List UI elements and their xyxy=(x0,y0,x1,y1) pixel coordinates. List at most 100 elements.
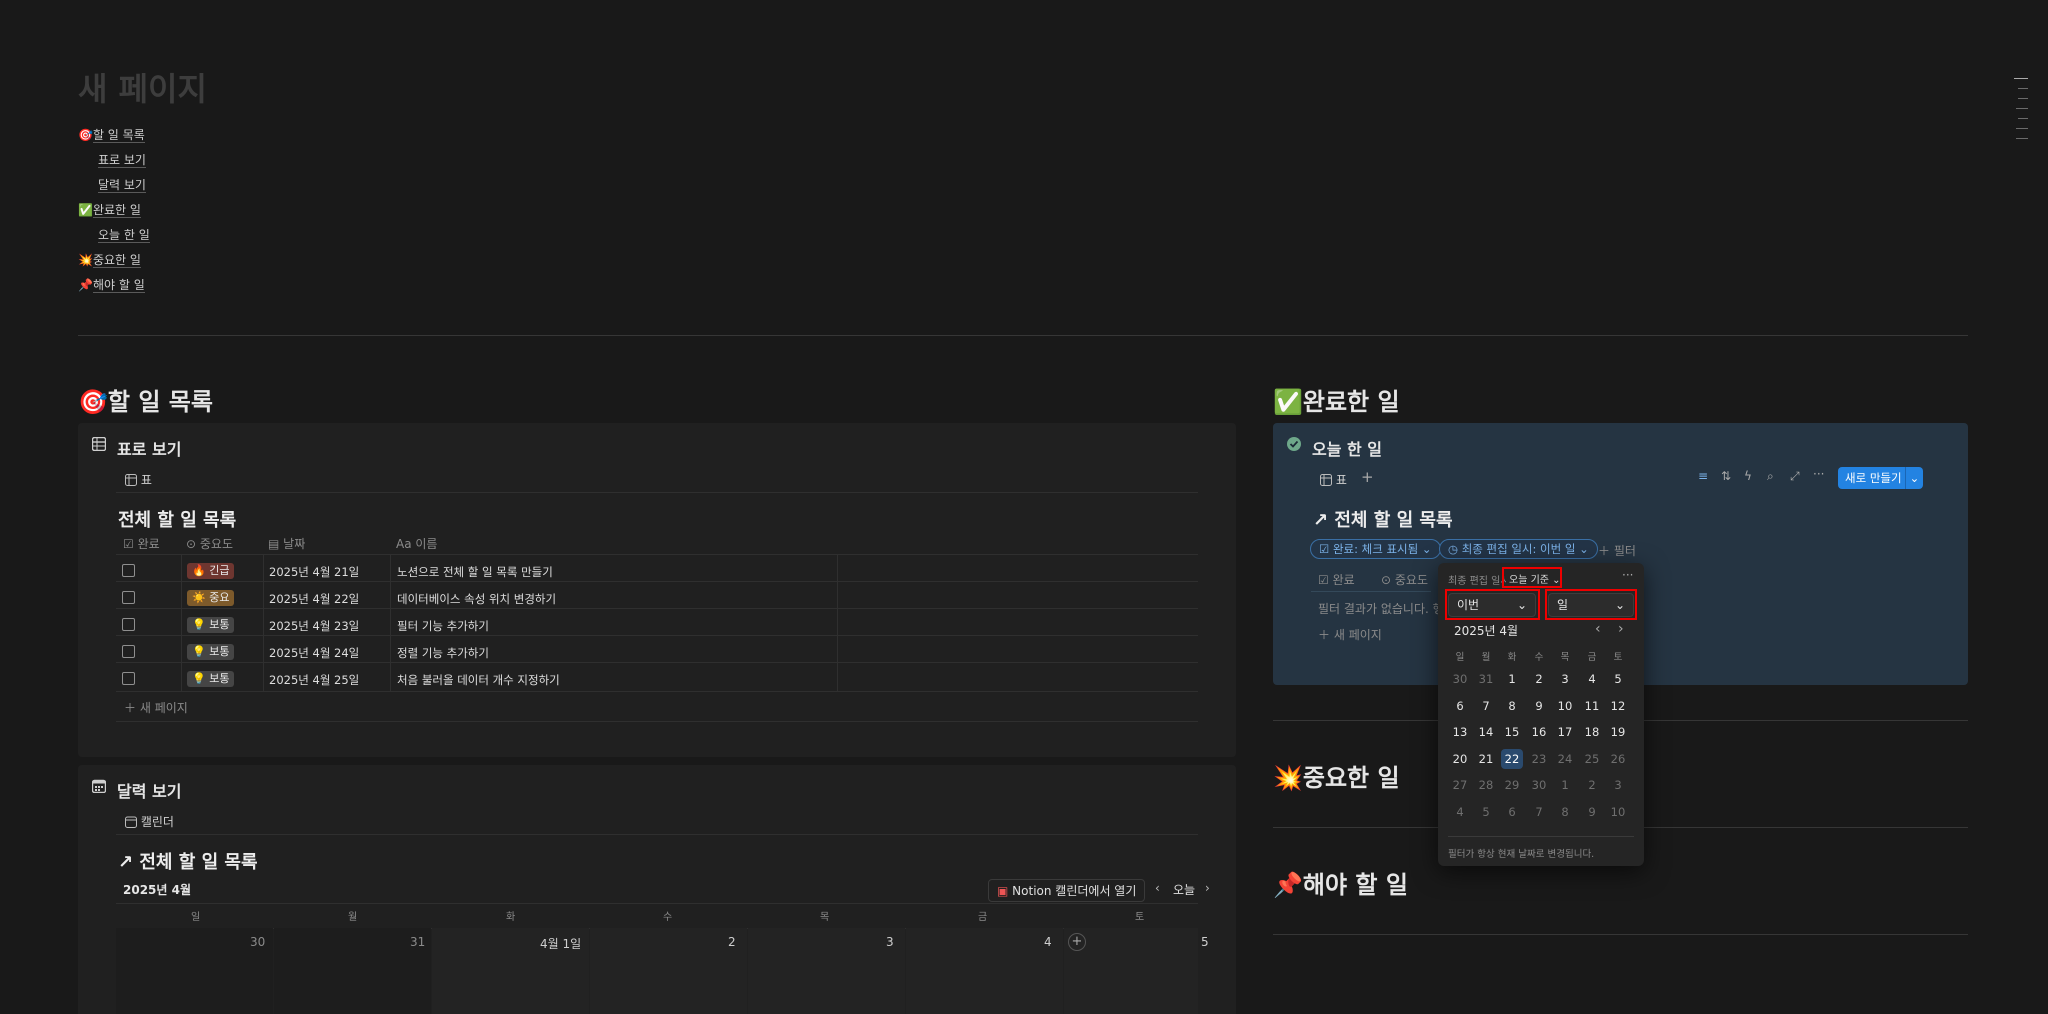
date-cell[interactable]: 12 xyxy=(1607,696,1629,716)
toc-item-todo[interactable]: 🎯할 일 목록 xyxy=(78,126,145,143)
done-checkbox[interactable] xyxy=(122,564,135,577)
column-header-done[interactable]: ☑ 완료 xyxy=(1318,571,1355,588)
table-view-title[interactable]: 표로 보기 xyxy=(117,436,181,460)
date-cell[interactable]: 9 xyxy=(1581,802,1603,822)
priority-tag[interactable]: 💡 보통 xyxy=(187,644,235,660)
date-cell[interactable]: 4 xyxy=(1581,669,1603,689)
done-checkbox[interactable] xyxy=(122,645,135,658)
date-cell[interactable]: 21 xyxy=(1475,749,1497,769)
priority-tag[interactable]: 💡 보통 xyxy=(187,671,235,687)
done-checkbox[interactable] xyxy=(122,618,135,631)
date-cell[interactable]: 6 xyxy=(1449,696,1471,716)
date-cell[interactable]: 26 xyxy=(1607,749,1629,769)
sort-icon[interactable]: ⇅ xyxy=(1721,469,1731,483)
more-icon[interactable]: ··· xyxy=(1813,467,1824,481)
date-cell[interactable]: 3 xyxy=(1554,669,1576,689)
date-cell[interactable]: 1 xyxy=(1501,669,1523,689)
date-cell[interactable]: 30 xyxy=(1528,775,1550,795)
calendar-day-cell[interactable] xyxy=(590,928,747,1014)
date-cell[interactable]: 22 xyxy=(1501,748,1523,769)
filter-icon[interactable]: ≡ xyxy=(1698,469,1708,483)
add-view-button[interactable]: + xyxy=(1361,468,1374,486)
search-icon[interactable]: ⌕ xyxy=(1767,469,1774,484)
priority-tag[interactable]: ☀️ 중요 xyxy=(187,590,235,606)
date-cell[interactable]: 8 xyxy=(1554,802,1576,822)
name-cell[interactable]: 노션으로 전체 할 일 목록 만들기 xyxy=(397,564,553,580)
date-cell[interactable]: 18 xyxy=(1581,722,1603,742)
date-cell[interactable]: 31 xyxy=(1475,669,1497,689)
tab-table[interactable]: 표 xyxy=(1320,471,1347,488)
date-cell[interactable]: 6 xyxy=(1501,802,1523,822)
date-cell[interactable]: 8 xyxy=(1501,696,1523,716)
next-month-button[interactable]: › xyxy=(1205,881,1210,895)
date-cell[interactable]: 4 xyxy=(1449,802,1471,822)
date-cell[interactable]: 29 xyxy=(1501,775,1523,795)
toc-item-table-view[interactable]: 표로 보기 xyxy=(98,151,146,168)
date-cell[interactable]: 2025년 4월 21일 xyxy=(269,564,359,580)
column-header-name[interactable]: Aa 이름 xyxy=(396,535,437,552)
toc-item-calendar-view[interactable]: 달력 보기 xyxy=(98,176,146,193)
tab-table[interactable]: 표 xyxy=(125,471,152,488)
date-cell[interactable]: 5 xyxy=(1607,669,1629,689)
date-cell[interactable]: 27 xyxy=(1449,775,1471,795)
done-checkbox[interactable] xyxy=(122,672,135,685)
priority-tag[interactable]: 🔥 긴급 xyxy=(187,563,235,579)
date-cell[interactable]: 2025년 4월 23일 xyxy=(269,618,359,634)
date-cell[interactable]: 10 xyxy=(1554,696,1576,716)
date-cell[interactable]: 15 xyxy=(1501,722,1523,742)
today-button[interactable]: 오늘 xyxy=(1173,881,1195,898)
priority-tag[interactable]: 💡 보통 xyxy=(187,617,235,633)
date-cell[interactable]: 2025년 4월 22일 xyxy=(269,591,359,607)
column-header-priority[interactable]: ⊙ 중요도 xyxy=(186,535,233,552)
new-button[interactable]: 새로 만들기 ⌄ xyxy=(1838,467,1923,489)
more-icon[interactable]: ··· xyxy=(1622,568,1633,582)
name-cell[interactable]: 데이터베이스 속성 위치 변경하기 xyxy=(397,591,556,607)
date-cell[interactable]: 2025년 4월 24일 xyxy=(269,645,359,661)
calendar-day-cell[interactable] xyxy=(274,928,431,1014)
date-cell[interactable]: 2 xyxy=(1581,775,1603,795)
page-title[interactable]: 새 페이지 xyxy=(78,64,207,110)
database-title[interactable]: ↗ 전체 할 일 목록 xyxy=(1313,506,1453,532)
expand-icon[interactable]: ⤢ xyxy=(1790,469,1800,484)
view-title[interactable]: 오늘 한 일 xyxy=(1312,436,1382,460)
date-cell[interactable]: 16 xyxy=(1528,722,1550,742)
date-cell[interactable]: 25 xyxy=(1581,749,1603,769)
prev-month-button[interactable]: ‹ xyxy=(1595,621,1601,637)
column-header-done[interactable]: ☑ 완료 xyxy=(123,535,160,552)
toc-item-important[interactable]: 💥중요한 일 xyxy=(78,251,141,268)
filter-chip-last-edited[interactable]: ◷ 최종 편집 일시: 이번 일 ⌄ xyxy=(1439,539,1598,559)
date-cell[interactable]: 24 xyxy=(1554,749,1576,769)
date-cell[interactable]: 7 xyxy=(1528,802,1550,822)
name-cell[interactable]: 필터 기능 추가하기 xyxy=(397,618,489,634)
calendar-day-cell[interactable] xyxy=(906,928,1063,1014)
next-month-button[interactable]: › xyxy=(1618,621,1624,637)
outline-minimap[interactable] xyxy=(2014,78,2028,148)
date-cell[interactable]: 14 xyxy=(1475,722,1497,742)
date-cell[interactable]: 13 xyxy=(1449,722,1471,742)
filter-chip-done[interactable]: ☑ 완료: 체크 표시됨 ⌄ xyxy=(1310,539,1441,559)
date-cell[interactable]: 10 xyxy=(1607,802,1629,822)
date-cell[interactable]: 9 xyxy=(1528,696,1550,716)
date-cell[interactable]: 30 xyxy=(1449,669,1471,689)
date-cell[interactable]: 19 xyxy=(1607,722,1629,742)
database-title[interactable]: 전체 할 일 목록 xyxy=(118,506,236,532)
toc-item-done[interactable]: ✅완료한 일 xyxy=(78,201,141,218)
chevron-down-icon[interactable]: ⌄ xyxy=(1905,467,1923,489)
prev-month-button[interactable]: ‹ xyxy=(1155,881,1160,895)
new-page-button[interactable]: ＋ 새 페이지 xyxy=(1318,626,1382,643)
date-cell[interactable]: 3 xyxy=(1607,775,1629,795)
toc-item-today-done[interactable]: 오늘 한 일 xyxy=(98,226,150,243)
date-cell[interactable]: 5 xyxy=(1475,802,1497,822)
date-cell[interactable]: 11 xyxy=(1581,696,1603,716)
date-cell[interactable]: 7 xyxy=(1475,696,1497,716)
date-cell[interactable]: 17 xyxy=(1554,722,1576,742)
calendar-view-title[interactable]: 달력 보기 xyxy=(117,778,181,802)
name-cell[interactable]: 처음 불러올 데이터 개수 지정하기 xyxy=(397,672,560,688)
date-cell[interactable]: 28 xyxy=(1475,775,1497,795)
date-cell[interactable]: 2025년 4월 25일 xyxy=(269,672,359,688)
tab-calendar[interactable]: 캘린더 xyxy=(125,813,174,830)
automation-icon[interactable]: ϟ xyxy=(1744,469,1752,483)
database-title[interactable]: ↗ 전체 할 일 목록 xyxy=(118,848,258,874)
add-event-button[interactable]: + xyxy=(1068,933,1086,951)
date-cell[interactable]: 1 xyxy=(1554,775,1576,795)
